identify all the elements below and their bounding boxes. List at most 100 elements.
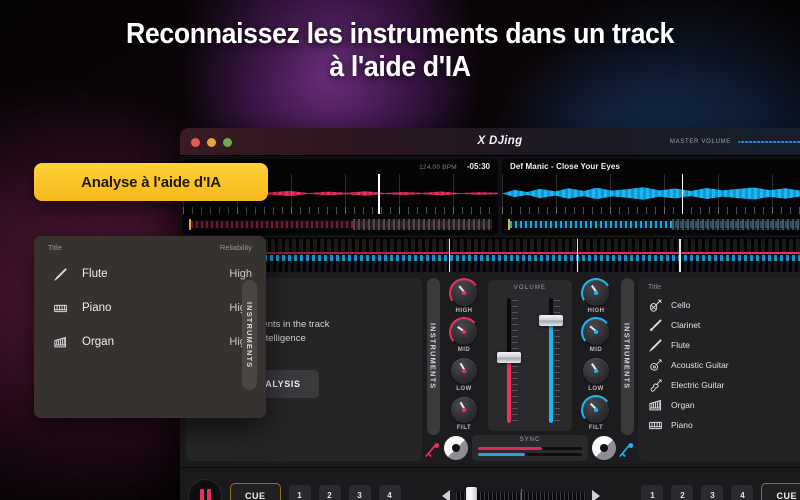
detected-popup-header: Title Reliability	[34, 236, 266, 257]
crossfader[interactable]	[409, 486, 634, 500]
deck-b-overview-strip[interactable]	[508, 219, 800, 230]
headline-line-2: à l'aide d'IA	[329, 51, 471, 84]
mixer-knobs-right: HIGH MID LOW FILT	[576, 274, 616, 435]
piano-icon	[648, 418, 663, 433]
sync-label: SYNC	[519, 437, 541, 443]
sync-bar-deck-a	[478, 447, 582, 450]
crossfader-handle[interactable]	[466, 486, 478, 500]
hot-cue-left-1[interactable]: 1	[288, 484, 311, 500]
instruments-col-title: Title	[648, 284, 661, 291]
flute-icon	[48, 263, 72, 285]
instrument-list-item[interactable]: Electric Guitar	[638, 375, 800, 395]
main-body: Identify instruments in the track using …	[180, 272, 800, 467]
instrument-list-item[interactable]: Clarinet	[638, 315, 800, 335]
instrument-list-item[interactable]: Piano	[638, 415, 800, 435]
knob-filt-left[interactable]: FILT	[451, 397, 477, 431]
knob-filt-left-label: FILT	[456, 425, 472, 431]
cue-button-right[interactable]: CUE	[761, 482, 800, 500]
deck-waveforms: 124.00 BPM -05:30 Def Manic - Close Your…	[180, 156, 800, 238]
instrument-list-item[interactable]: Acoustic Guitar	[638, 355, 800, 375]
jog-knob-right[interactable]	[592, 436, 616, 460]
instrument-list-item[interactable]: Cello	[638, 295, 800, 315]
deck-a-meta: 124.00 BPM -05:30	[183, 162, 490, 171]
instrument-icon-blue	[616, 439, 638, 461]
organ-icon	[48, 331, 72, 353]
knob-low-left[interactable]: LOW	[451, 358, 477, 392]
detected-col-title: Title	[48, 243, 62, 252]
knob-low-right-label: LOW	[588, 386, 604, 392]
detected-instrument-row[interactable]: Piano High	[34, 291, 266, 325]
detected-instrument-row[interactable]: Flute High	[34, 257, 266, 291]
hot-cue-left-4[interactable]: 4	[378, 484, 401, 500]
instrument-list-item[interactable]: Flute	[638, 335, 800, 355]
knob-mid-left[interactable]: MID	[447, 315, 481, 353]
hot-cue-right-3[interactable]: 3	[701, 484, 724, 500]
knob-high-right-label: HIGH	[587, 308, 605, 314]
clarinet-icon	[648, 318, 663, 333]
knob-mid-left-label: MID	[457, 347, 471, 353]
detected-instrument-name: Organ	[82, 336, 114, 348]
master-volume-control[interactable]: MASTER VOLUME	[670, 137, 800, 146]
instruments-tab-right[interactable]: INSTRUMENTS	[616, 278, 638, 461]
knob-high-left[interactable]: HIGH	[446, 275, 482, 314]
master-volume-label: MASTER VOLUME	[669, 138, 731, 145]
instruments-tab-right-label: INSTRUMENTS	[622, 323, 632, 390]
master-volume-slider[interactable]	[738, 137, 800, 146]
knob-low-left-label: LOW	[456, 386, 472, 392]
hot-cue-left-3[interactable]: 3	[348, 484, 371, 500]
combined-overview-waveform[interactable]	[180, 238, 800, 273]
play-pause-button[interactable]	[188, 478, 222, 500]
sync-panel[interactable]: SYNC	[472, 435, 588, 461]
detected-instrument-name: Piano	[82, 302, 112, 314]
hot-cue-right-2[interactable]: 2	[671, 484, 694, 500]
instruments-list-header: Title	[638, 278, 800, 295]
cue-button-left[interactable]: CUE	[230, 482, 281, 500]
fader-deck-a-handle[interactable]	[497, 352, 521, 363]
acoustic-guitar-icon	[648, 358, 663, 373]
crossfader-left-arrow-icon[interactable]	[442, 489, 450, 500]
hot-cue-left-2[interactable]: 2	[318, 484, 341, 500]
knob-low-right[interactable]: LOW	[583, 358, 609, 392]
screenshot-root: Reconnaissez les instruments dans un tra…	[0, 0, 800, 500]
instrument-list-item-label: Clarinet	[671, 320, 701, 330]
deck-b-track-title: Def Manic - Close Your Eyes	[510, 162, 620, 171]
flute-icon	[648, 338, 663, 353]
deck-b[interactable]: Def Manic - Close Your Eyes	[502, 159, 800, 235]
marketing-headline: Reconnaissez les instruments dans un tra…	[32, 18, 768, 84]
electric-guitar-icon	[648, 378, 663, 393]
hot-cue-right-4[interactable]: 4	[731, 484, 754, 500]
volume-panel: VOLUME	[488, 280, 572, 431]
instruments-tab-left[interactable]: INSTRUMENTS	[422, 278, 444, 461]
deck-b-waveform[interactable]	[502, 174, 800, 214]
knob-mid-right[interactable]: MID	[579, 315, 613, 353]
headline-line-1: Reconnaissez les instruments dans un tra…	[125, 18, 674, 50]
knob-high-right[interactable]: HIGH	[577, 274, 615, 314]
piano-icon	[48, 297, 72, 319]
crossfader-track[interactable]	[456, 486, 586, 500]
fader-deck-b-handle[interactable]	[539, 314, 563, 326]
fader-deck-b[interactable]	[539, 298, 563, 423]
instrument-list-item-label: Flute	[671, 340, 690, 350]
detected-instrument-row[interactable]: Organ High	[34, 325, 266, 359]
deck-a-overview-strip[interactable]	[189, 219, 492, 230]
mixer-bottom: SYNC	[444, 435, 616, 461]
instrument-list-item[interactable]: Organ	[638, 395, 800, 415]
instrument-list-item-label: Cello	[671, 300, 691, 310]
crossfader-right-arrow-icon[interactable]	[592, 489, 600, 500]
instrument-list-item-label: Electric Guitar	[671, 380, 725, 390]
organ-icon	[648, 398, 663, 413]
jog-knob-left[interactable]	[444, 436, 468, 460]
detected-col-reliability: Reliability	[219, 243, 252, 252]
app-window: X DJing MASTER VOLUME 124.00 BPM -05:30	[180, 128, 800, 500]
deck-a-playhead	[378, 174, 380, 214]
deck-a-bpm: 124.00 BPM	[419, 164, 457, 171]
hot-cue-right-1[interactable]: 1	[641, 484, 664, 500]
mixer-top: HIGH MID LOW FILT VOLUME HIGH MID LOW FI…	[444, 274, 616, 435]
window-titlebar: X DJing MASTER VOLUME	[180, 128, 800, 156]
instruments-tab-left-label: INSTRUMENTS	[428, 323, 438, 390]
knob-filt-right[interactable]: FILT	[579, 393, 613, 431]
fader-deck-a[interactable]	[497, 298, 521, 423]
detected-popup-tab[interactable]: INSTRUMENTS	[242, 280, 257, 390]
knob-mid-right-label: MID	[589, 347, 603, 353]
instrument-list-item-label: Acoustic Guitar	[671, 360, 729, 370]
